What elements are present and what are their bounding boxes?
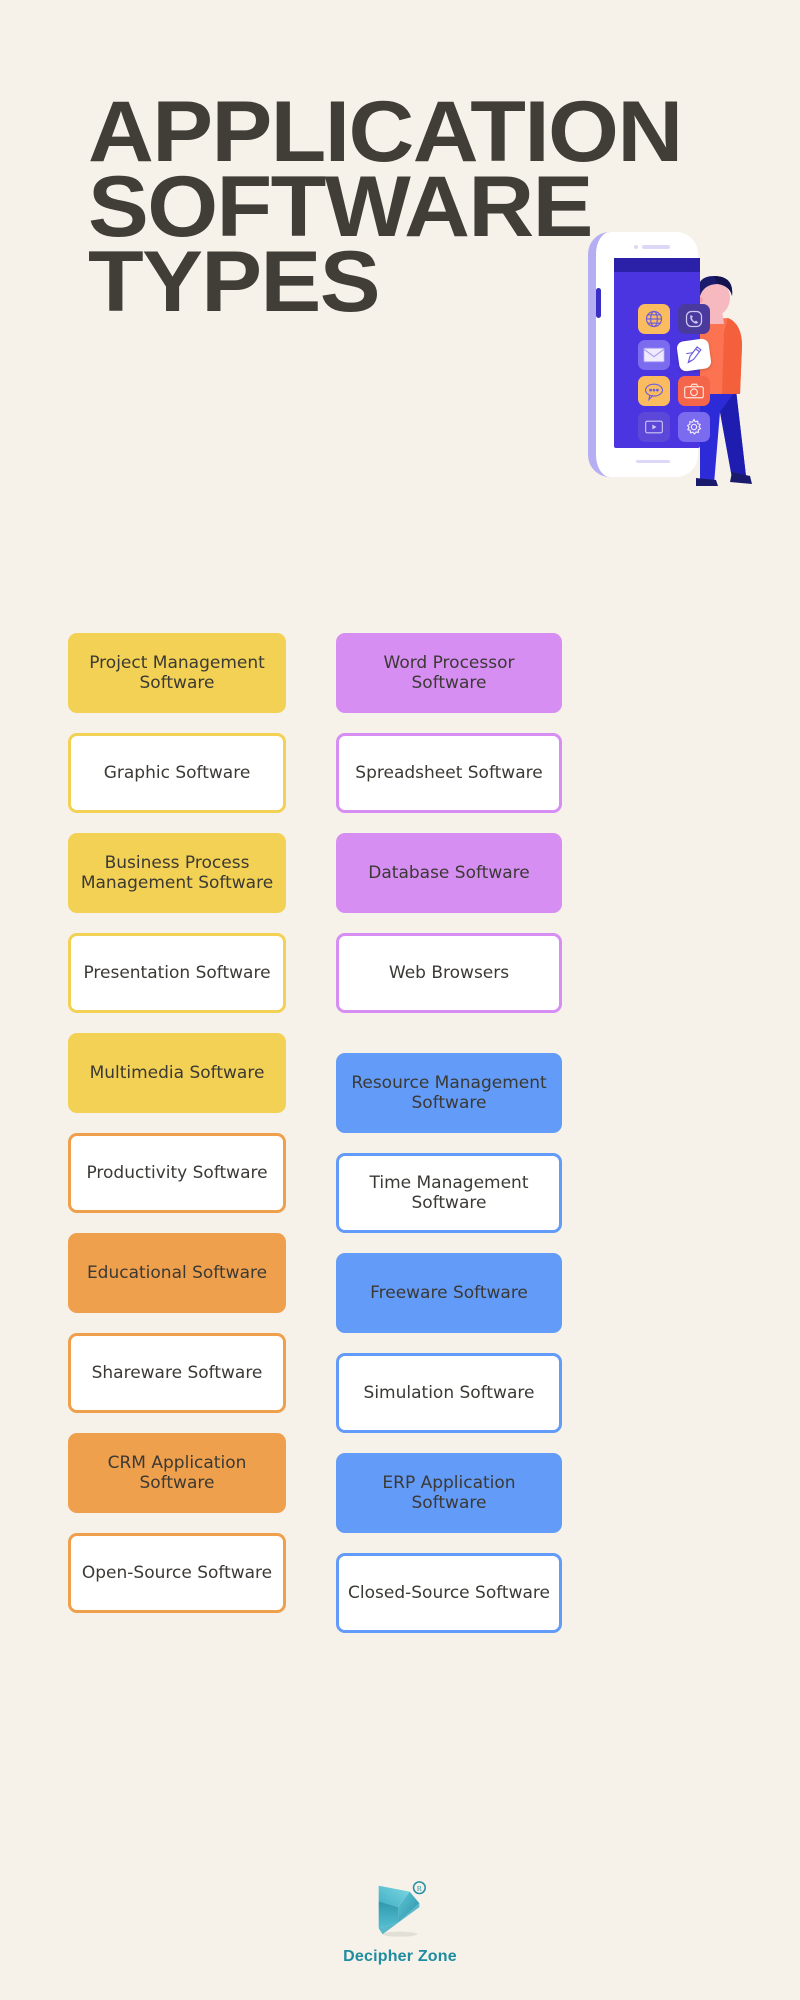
software-type-box[interactable]: Word Processor Software: [336, 633, 562, 713]
decipher-zone-logo: R: [378, 1881, 426, 1937]
software-type-box[interactable]: Business Process Management Software: [68, 833, 286, 913]
brand-name: Decipher Zone: [343, 1948, 457, 1965]
envelope-icon[interactable]: [638, 340, 670, 370]
software-type-box[interactable]: Resource Management Software: [336, 1053, 562, 1133]
hero-illustration: [578, 232, 758, 492]
software-type-box[interactable]: Freeware Software: [336, 1253, 562, 1333]
software-type-box[interactable]: Time Management Software: [336, 1153, 562, 1233]
software-type-box[interactable]: CRM Application Software: [68, 1433, 286, 1513]
phone-side-button: [596, 288, 601, 318]
phone-screen: [614, 258, 712, 448]
software-type-box[interactable]: Productivity Software: [68, 1133, 286, 1213]
software-type-box[interactable]: Educational Software: [68, 1233, 286, 1313]
pencil-icon[interactable]: [676, 337, 712, 373]
phone-status-bar: [614, 258, 700, 272]
software-type-box[interactable]: Simulation Software: [336, 1353, 562, 1433]
phone-home-indicator: [636, 460, 670, 463]
phone-camera-dot: [634, 245, 638, 249]
software-type-box[interactable]: Multimedia Software: [68, 1033, 286, 1113]
globe-icon[interactable]: [638, 304, 670, 334]
footer-brand: R Decipher Zone: [0, 1878, 800, 1966]
software-type-box[interactable]: Spreadsheet Software: [336, 733, 562, 813]
software-type-box[interactable]: Open-Source Software: [68, 1533, 286, 1613]
phone-speaker: [642, 245, 670, 249]
software-type-box[interactable]: Web Browsers: [336, 933, 562, 1013]
phone-app-grid: [638, 304, 714, 442]
software-type-box[interactable]: Graphic Software: [68, 733, 286, 813]
software-type-box[interactable]: ERP Application Software: [336, 1453, 562, 1533]
phone-icon[interactable]: [678, 304, 710, 334]
software-type-box[interactable]: Database Software: [336, 833, 562, 913]
software-type-box[interactable]: Project Management Software: [68, 633, 286, 713]
infographic-page: APPLICATION SOFTWARE TYPES Project Manag…: [0, 0, 800, 2000]
gear-icon[interactable]: [678, 412, 710, 442]
software-type-box[interactable]: Presentation Software: [68, 933, 286, 1013]
software-type-box[interactable]: Shareware Software: [68, 1333, 286, 1413]
chat-icon[interactable]: [638, 376, 670, 406]
registered-mark: R: [417, 1884, 423, 1893]
smartphone-body: [588, 232, 712, 477]
camera-icon[interactable]: [678, 376, 710, 406]
video-icon[interactable]: [638, 412, 670, 442]
software-type-box[interactable]: Closed-Source Software: [336, 1553, 562, 1633]
